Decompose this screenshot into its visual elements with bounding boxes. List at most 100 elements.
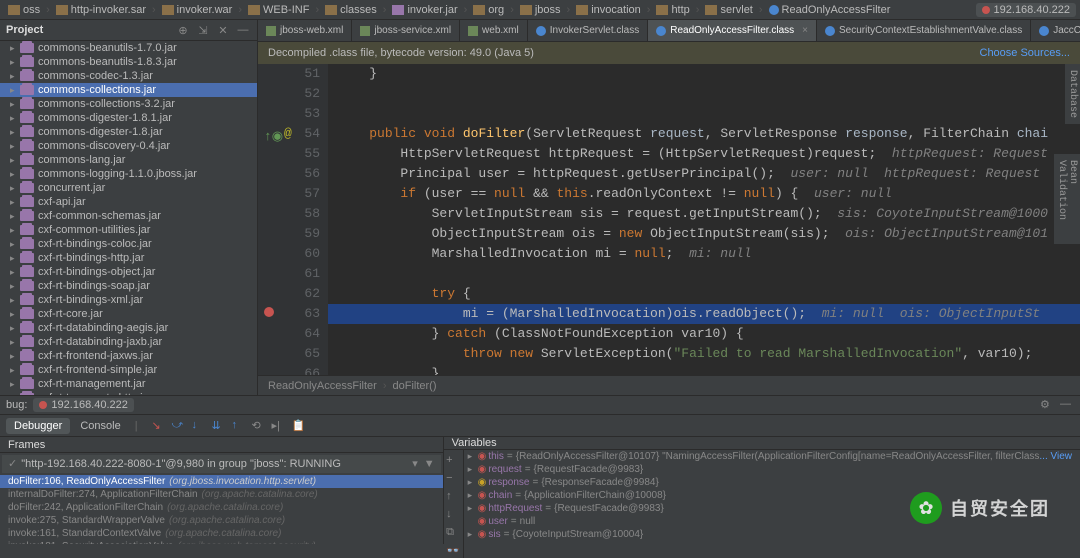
gutter-line[interactable]: 55	[258, 144, 320, 164]
code-line[interactable]: }	[328, 364, 1080, 375]
duplicate-icon[interactable]: ⧉	[446, 526, 460, 540]
tree-item[interactable]: ▸commons-collections-3.2.jar	[0, 97, 257, 111]
expand-arrow-icon[interactable]: ▸	[10, 113, 20, 124]
expand-arrow-icon[interactable]: ▸	[10, 127, 20, 138]
tree-item[interactable]: ▸cxf-rt-management.jar	[0, 377, 257, 391]
run-to-cursor-icon[interactable]: ▸|	[272, 419, 286, 433]
code-line[interactable]: ObjectInputStream ois = new ObjectInputS…	[328, 224, 1080, 244]
expand-arrow-icon[interactable]: ▸	[468, 451, 478, 462]
variable-row[interactable]: ▸◉sis={CoyoteInputStream@10004}	[464, 528, 1080, 541]
breadcrumb-segment[interactable]: WEB-INF	[244, 4, 313, 16]
tree-item[interactable]: ▸cxf-rt-frontend-simple.jar	[0, 363, 257, 377]
stack-frame[interactable]: invoke:181, SecurityAssociationValve(org…	[0, 540, 443, 544]
gutter-line[interactable]: 53	[258, 104, 320, 124]
breadcrumb-segment[interactable]: org	[469, 4, 508, 16]
stack-frame[interactable]: doFilter:106, ReadOnlyAccessFilter(org.j…	[0, 475, 443, 488]
step-out-icon[interactable]: ↑	[232, 419, 246, 433]
gutter-line[interactable]: 57	[258, 184, 320, 204]
structure-breadcrumb[interactable]: ReadOnlyAccessFilter › doFilter()	[258, 375, 1080, 395]
breadcrumb-segment[interactable]: http	[652, 4, 693, 16]
move-up-icon[interactable]: ↑	[446, 490, 460, 504]
gutter-line[interactable]: 61	[258, 264, 320, 284]
expand-arrow-icon[interactable]: ▸	[10, 379, 20, 390]
breakpoint-icon[interactable]	[264, 307, 274, 317]
drop-frame-icon[interactable]: ⟲	[252, 419, 266, 433]
editor-tabs[interactable]: jboss-web.xmljboss-service.xmlweb.xmlInv…	[258, 20, 1080, 42]
breadcrumb-segment[interactable]: jboss	[516, 4, 565, 16]
code-line[interactable]: HttpServletRequest httpRequest = (HttpSe…	[328, 144, 1080, 164]
tab-debugger[interactable]: Debugger	[6, 418, 70, 434]
expand-arrow-icon[interactable]: ▸	[10, 211, 20, 222]
editor-tab[interactable]: ReadOnlyAccessFilter.class×	[648, 20, 817, 41]
tree-item[interactable]: ▸cxf-rt-bindings-http.jar	[0, 251, 257, 265]
breadcrumb-segment[interactable]: classes	[321, 4, 381, 16]
expand-arrow-icon[interactable]: ▸	[10, 169, 20, 180]
editor-tab[interactable]: jboss-service.xml	[352, 20, 460, 41]
minimize-icon[interactable]: —	[1060, 398, 1074, 412]
code-line[interactable]: MarshalledInvocation mi = null; mi: null	[328, 244, 1080, 264]
tree-item[interactable]: ▸cxf-common-utilities.jar	[0, 223, 257, 237]
expand-arrow-icon[interactable]: ▸	[10, 351, 20, 362]
code-line[interactable]: Principal user = httpRequest.getUserPrin…	[328, 164, 1080, 184]
code-line[interactable]: mi = (MarshalledInvocation)ois.readObjec…	[328, 304, 1080, 324]
expand-arrow-icon[interactable]: ▸	[10, 225, 20, 236]
expand-arrow-icon[interactable]: ▸	[10, 295, 20, 306]
step-over-icon[interactable]: ⤻	[172, 419, 186, 433]
breadcrumb-segment[interactable]: invoker.jar	[388, 4, 461, 16]
close-tab-icon[interactable]: ×	[802, 25, 808, 36]
show-execution-point-icon[interactable]: ↘	[152, 419, 166, 433]
expand-arrow-icon[interactable]: ▸	[10, 323, 20, 334]
frame-list[interactable]: doFilter:106, ReadOnlyAccessFilter(org.j…	[0, 475, 443, 544]
tree-item[interactable]: ▸commons-logging-1.1.0.jboss.jar	[0, 167, 257, 181]
settings-icon[interactable]: ✕	[215, 22, 231, 38]
hide-icon[interactable]: —	[235, 22, 251, 38]
tree-item[interactable]: ▸commons-codec-1.3.jar	[0, 69, 257, 83]
variable-row[interactable]: ◉user=null	[464, 515, 1080, 528]
gutter-line[interactable]: 56	[258, 164, 320, 184]
code-line[interactable]: ServletInputStream sis = request.getInpu…	[328, 204, 1080, 224]
breadcrumb-segment[interactable]: invocation	[572, 4, 645, 16]
expand-arrow-icon[interactable]: ▸	[468, 529, 478, 540]
expand-arrow-icon[interactable]: ▸	[10, 71, 20, 82]
gutter-line[interactable]: 51	[258, 64, 320, 84]
breadcrumb-segment[interactable]: http-invoker.sar	[52, 4, 150, 16]
tree-item[interactable]: ▸cxf-rt-bindings-xml.jar	[0, 293, 257, 307]
stack-frame[interactable]: invoke:275, StandardWrapperValve(org.apa…	[0, 514, 443, 527]
tree-item[interactable]: ▸cxf-api.jar	[0, 195, 257, 209]
tree-item[interactable]: ▸cxf-rt-databinding-aegis.jar	[0, 321, 257, 335]
thread-selector[interactable]: ✓ "http-192.168.40.222-8080-1"@9,980 in …	[2, 455, 441, 473]
expand-arrow-icon[interactable]: ▸	[10, 393, 20, 395]
gutter-line[interactable]: ↑◉@54	[258, 124, 320, 144]
expand-arrow-icon[interactable]: ▸	[10, 99, 20, 110]
crumb-class[interactable]: ReadOnlyAccessFilter	[268, 380, 377, 392]
expand-arrow-icon[interactable]: ▸	[10, 253, 20, 264]
database-tool-window[interactable]: Database	[1064, 64, 1080, 124]
gutter-line[interactable]: 65	[258, 344, 320, 364]
new-watch-icon[interactable]: +	[446, 454, 460, 468]
tree-item[interactable]: ▸cxf-rt-frontend-jaxws.jar	[0, 349, 257, 363]
stack-frame[interactable]: doFilter:242, ApplicationFilterChain(org…	[0, 501, 443, 514]
stack-frame[interactable]: internalDoFilter:274, ApplicationFilterC…	[0, 488, 443, 501]
tree-item[interactable]: ▸cxf-rt-transports-http.jar	[0, 391, 257, 395]
tree-item[interactable]: ▸cxf-rt-bindings-coloc.jar	[0, 237, 257, 251]
show-watches-icon[interactable]: 👓	[446, 544, 460, 558]
expand-arrow-icon[interactable]: ▸	[10, 239, 20, 250]
remove-watch-icon[interactable]: −	[446, 472, 460, 486]
expand-arrow-icon[interactable]: ▸	[10, 141, 20, 152]
expand-arrow-icon[interactable]: ▸	[10, 281, 20, 292]
choose-sources-link[interactable]: Choose Sources...	[980, 47, 1071, 59]
code-gutter[interactable]: 515253↑◉@54555657585960616263646566	[258, 64, 328, 375]
tree-item[interactable]: ▸commons-digester-1.8.jar	[0, 125, 257, 139]
tree-item[interactable]: ▸cxf-common-schemas.jar	[0, 209, 257, 223]
tree-item[interactable]: ▸cxf-rt-core.jar	[0, 307, 257, 321]
settings-icon[interactable]: ⚙	[1040, 398, 1054, 412]
expand-arrow-icon[interactable]: ▸	[10, 365, 20, 376]
tree-item[interactable]: ▸concurrent.jar	[0, 181, 257, 195]
debug-session-label[interactable]: 192.168.40.222	[33, 398, 133, 412]
expand-arrow-icon[interactable]: ▸	[10, 183, 20, 194]
code-line[interactable]: } catch (ClassNotFoundException var10) {	[328, 324, 1080, 344]
code-line[interactable]: if (user == null && this.readOnlyContext…	[328, 184, 1080, 204]
override-icon[interactable]: ↑◉	[264, 127, 276, 139]
expand-arrow-icon[interactable]: ▸	[10, 155, 20, 166]
expand-arrow-icon[interactable]: ▸	[10, 309, 20, 320]
